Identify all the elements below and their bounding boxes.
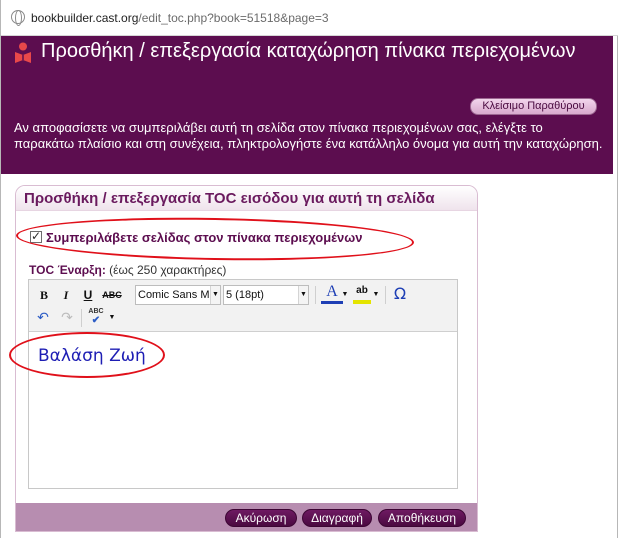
special-char-icon[interactable]: Ω <box>391 285 409 303</box>
chevron-down-icon[interactable]: ▼ <box>372 286 380 304</box>
toc-entry-label: TOC Έναρξη: (έως 250 χαρακτήρες) <box>29 263 227 277</box>
redo-icon[interactable]: ↷ <box>59 309 75 327</box>
italic-icon[interactable]: I <box>58 286 74 304</box>
save-button[interactable]: Αποθήκευση <box>378 509 466 527</box>
delete-button[interactable]: Διαγραφή <box>302 509 372 527</box>
rich-text-editor: B I U ABC Comic Sans MS ▼ 5 (18pt) ▼ A ▼ a… <box>28 279 458 489</box>
address-bar[interactable]: bookbuilder.cast.org/edit_toc.php?book=5… <box>1 0 618 36</box>
globe-icon <box>11 10 25 26</box>
bold-icon[interactable]: B <box>36 286 52 304</box>
chevron-down-icon: ▼ <box>210 286 220 304</box>
font-color-icon[interactable]: A <box>321 283 343 304</box>
chevron-down-icon[interactable]: ▼ <box>341 286 349 304</box>
close-window-button[interactable]: Κλείσιμο Παραθύρου <box>470 98 597 115</box>
page-header: Προσθήκη / επεξεργασία καταχώρηση πίνακα… <box>1 36 613 174</box>
strikethrough-icon[interactable]: ABC <box>101 286 123 304</box>
intro-text: Αν αποφασίσετε να συμπεριλάβει αυτή τη σ… <box>14 120 603 151</box>
highlight-icon[interactable]: ab <box>353 283 371 304</box>
annotation-circle-text <box>9 332 165 378</box>
panel-title: Προσθήκη / επεξεργασία TOC εισόδου για α… <box>24 190 435 207</box>
underline-icon[interactable]: U <box>80 286 96 304</box>
url-text[interactable]: bookbuilder.cast.org/edit_toc.php?book=5… <box>31 11 329 25</box>
toolbar-separator <box>385 286 386 304</box>
page-title: Προσθήκη / επεξεργασία καταχώρηση πίνακα… <box>41 40 576 62</box>
cancel-button[interactable]: Ακύρωση <box>225 509 297 527</box>
chevron-down-icon[interactable]: ▼ <box>108 309 116 327</box>
font-family-select[interactable]: Comic Sans MS ▼ <box>135 285 221 305</box>
toolbar-separator <box>315 286 316 304</box>
panel-footer: Ακύρωση Διαγραφή Αποθήκευση <box>16 503 477 531</box>
popup-window: bookbuilder.cast.org/edit_toc.php?book=5… <box>0 0 618 538</box>
spellcheck-icon[interactable]: ABC ✔ <box>87 307 105 326</box>
undo-icon[interactable]: ↶ <box>35 309 51 327</box>
font-size-select[interactable]: 5 (18pt) ▼ <box>223 285 309 305</box>
panel-header: Προσθήκη / επεξεργασία TOC εισόδου για α… <box>16 186 477 211</box>
editor-toolbar: B I U ABC Comic Sans MS ▼ 5 (18pt) ▼ A ▼ a… <box>29 280 457 332</box>
toolbar-separator <box>81 309 82 327</box>
chevron-down-icon: ▼ <box>298 286 308 304</box>
